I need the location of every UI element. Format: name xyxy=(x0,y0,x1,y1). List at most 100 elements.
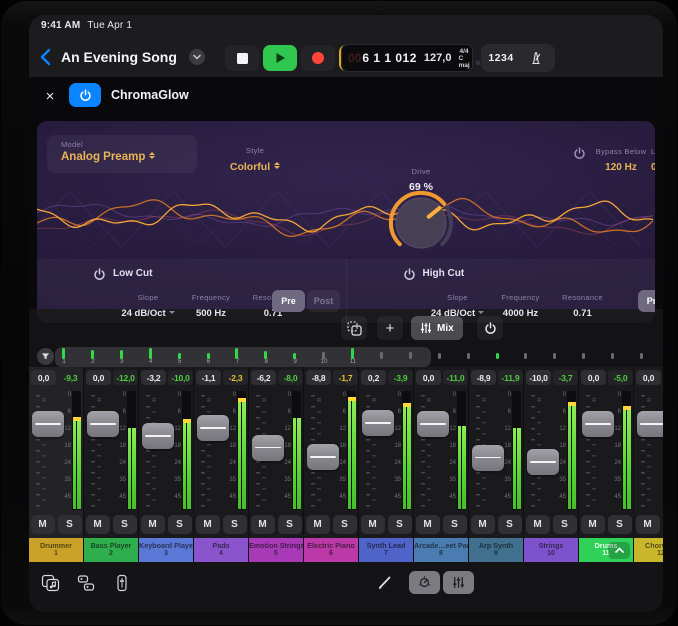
track-label[interactable]: Chorus V 12 xyxy=(634,538,663,562)
drive-knob[interactable] xyxy=(381,183,461,263)
fader-handle[interactable] xyxy=(252,435,284,461)
fader-handle[interactable] xyxy=(142,423,174,449)
filter-button[interactable] xyxy=(37,348,54,365)
solo-button[interactable]: S xyxy=(113,515,137,534)
solo-button[interactable]: S xyxy=(388,515,412,534)
mute-button[interactable]: M xyxy=(526,515,550,534)
channel-strip: 0,0 -12,0 061218243545 M S Bass Player 2 xyxy=(84,367,139,562)
close-plugin-button[interactable]: × xyxy=(39,85,61,107)
mute-button[interactable]: M xyxy=(141,515,165,534)
channel-volume[interactable]: -10,0 xyxy=(526,370,551,385)
track-label[interactable]: Pads 4 xyxy=(194,538,248,562)
channel-fader-area: 061218243545 xyxy=(304,389,358,513)
edit-pencil-button[interactable] xyxy=(377,574,395,592)
channel-inspector-button[interactable] xyxy=(111,573,133,593)
high-cut-frequency-field[interactable]: Frequency 4000 Hz xyxy=(486,287,556,319)
high-cut-slope-field[interactable]: Slope 24 dB/Oct xyxy=(423,287,493,319)
solo-button[interactable]: S xyxy=(168,515,192,534)
low-cut-power-button[interactable] xyxy=(93,268,106,281)
model-selector[interactable]: Model Analog Preamp xyxy=(47,135,197,173)
mute-button[interactable]: M xyxy=(636,515,660,534)
solo-button[interactable]: S xyxy=(223,515,247,534)
mute-button[interactable]: M xyxy=(306,515,330,534)
pre-button[interactable]: Pre xyxy=(272,290,305,312)
mute-button[interactable]: M xyxy=(196,515,220,534)
mute-button[interactable]: M xyxy=(471,515,495,534)
low-cut-slope-field[interactable]: Slope 24 dB/Oct xyxy=(113,287,183,319)
low-cut-frequency-field[interactable]: Frequency 500 Hz xyxy=(176,287,246,319)
channel-volume[interactable]: 0,0 xyxy=(636,370,661,385)
mute-button[interactable]: M xyxy=(251,515,275,534)
faders-view-button[interactable] xyxy=(443,571,474,594)
fader-handle[interactable] xyxy=(472,445,504,471)
track-stack-button[interactable] xyxy=(75,573,97,593)
play-button[interactable] xyxy=(263,45,297,71)
song-menu-button[interactable] xyxy=(189,49,205,65)
solo-button[interactable]: S xyxy=(608,515,632,534)
fader-handle[interactable] xyxy=(307,444,339,470)
fader-handle[interactable] xyxy=(32,411,64,437)
channel-volume[interactable]: 0,0 xyxy=(581,370,606,385)
controls-view-button[interactable] xyxy=(409,571,440,594)
track-label[interactable]: Bass Player 2 xyxy=(84,538,138,562)
song-title[interactable]: An Evening Song xyxy=(61,49,177,65)
post-button[interactable]: Post xyxy=(307,290,340,312)
track-label[interactable]: Strings 10 xyxy=(524,538,578,562)
channel-volume[interactable]: 0,0 xyxy=(31,370,56,385)
track-label[interactable]: Electric Piano 6 xyxy=(304,538,358,562)
level-field[interactable]: Level 0.0 xyxy=(651,141,655,173)
solo-button[interactable]: S xyxy=(498,515,522,534)
channel-volume[interactable]: -3,2 xyxy=(141,370,166,385)
channel-volume[interactable]: 0,2 xyxy=(361,370,386,385)
pre-button[interactable]: Pre xyxy=(638,290,656,312)
slope-value: 24 dB/Oct xyxy=(121,308,165,319)
track-stack-icon xyxy=(77,574,95,592)
fader-handle[interactable] xyxy=(197,415,229,441)
track-label[interactable]: Arcade…eet Pad 8 xyxy=(414,538,468,562)
track-label[interactable]: Emotion Strings 5 xyxy=(249,538,303,562)
channel-volume[interactable]: -8,8 xyxy=(306,370,331,385)
track-label[interactable]: Arp Synth 9 xyxy=(469,538,523,562)
channel-volume[interactable]: -6,2 xyxy=(251,370,276,385)
solo-button[interactable]: S xyxy=(663,515,664,534)
solo-button[interactable]: S xyxy=(443,515,467,534)
lcd-display[interactable]: 00 6 1 1 012 127,0 4/4 C maj MIDI xyxy=(341,44,473,72)
mute-button[interactable]: M xyxy=(416,515,440,534)
loop-browser-button[interactable] xyxy=(39,573,61,593)
fader-handle[interactable] xyxy=(637,411,663,437)
fader-handle[interactable] xyxy=(527,449,559,475)
bypass-power-button[interactable] xyxy=(573,147,586,160)
record-button[interactable] xyxy=(301,45,335,71)
fader-handle[interactable] xyxy=(417,411,449,437)
style-selector[interactable]: Style Colorful xyxy=(195,140,315,173)
channel-volume[interactable]: 0,0 xyxy=(416,370,441,385)
fader-handle[interactable] xyxy=(87,411,119,437)
track-label[interactable]: Synth Lead 7 xyxy=(359,538,413,562)
solo-button[interactable]: S xyxy=(278,515,302,534)
mute-button[interactable]: M xyxy=(31,515,55,534)
track-label[interactable]: Keyboard Player 3 xyxy=(139,538,193,562)
bypass-below-field[interactable]: Bypass Below 120 Hz xyxy=(589,141,653,173)
track-label[interactable]: Drummer 1 xyxy=(29,538,83,562)
mute-button[interactable]: M xyxy=(361,515,385,534)
high-cut-resonance-field[interactable]: Resonance 0.71 xyxy=(548,287,618,319)
fader-handle[interactable] xyxy=(582,411,614,437)
metronome-button[interactable] xyxy=(521,51,551,65)
solo-button[interactable]: S xyxy=(58,515,82,534)
stop-button[interactable] xyxy=(225,45,259,71)
solo-button[interactable]: S xyxy=(553,515,577,534)
high-cut-power-button[interactable] xyxy=(403,268,416,281)
count-in-button[interactable]: 1234 xyxy=(481,52,521,64)
track-label[interactable]: Drums 11 xyxy=(579,538,633,562)
back-chevron-icon[interactable] xyxy=(37,46,57,68)
solo-button[interactable]: S xyxy=(333,515,357,534)
collapse-chevron-button[interactable] xyxy=(608,542,630,559)
channel-volume[interactable]: -8,9 xyxy=(471,370,496,385)
fader-handle[interactable] xyxy=(362,410,394,436)
channel-volume[interactable]: -1,1 xyxy=(196,370,221,385)
plugin-power-button[interactable] xyxy=(69,83,101,107)
mute-button[interactable]: M xyxy=(581,515,605,534)
fader-tick-marks xyxy=(152,395,156,507)
channel-volume[interactable]: 0,0 xyxy=(86,370,111,385)
mute-button[interactable]: M xyxy=(86,515,110,534)
